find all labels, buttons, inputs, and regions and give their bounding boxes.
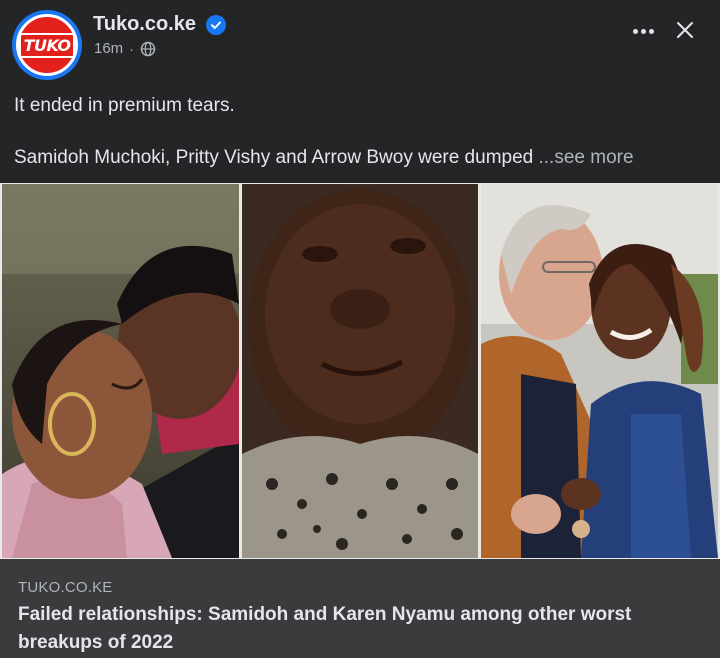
photo-couple-kissing[interactable] xyxy=(481,184,718,558)
post-timestamp[interactable]: 16m xyxy=(94,40,123,57)
page-avatar[interactable]: TUKO xyxy=(12,10,82,80)
photo-couple-embracing[interactable] xyxy=(2,184,239,558)
photo-woman-crying[interactable] xyxy=(242,184,478,558)
meta-separator: · xyxy=(129,40,134,57)
close-icon xyxy=(677,22,693,38)
see-more-link[interactable]: ...see more xyxy=(539,147,634,168)
tuko-logo-text: TUKO xyxy=(18,32,76,58)
more-dots-icon xyxy=(632,28,638,34)
globe-icon xyxy=(140,41,156,56)
post-text-line1: It ended in premium tears. xyxy=(14,95,235,116)
close-button[interactable] xyxy=(672,17,698,43)
page-name-link[interactable]: Tuko.co.ke xyxy=(93,13,196,36)
post-text-body: Samidoh Muchoki, Pritty Vishy and Arrow … xyxy=(14,147,539,168)
link-title[interactable]: Failed relationships: Samidoh and Karen … xyxy=(18,601,708,657)
more-options-button[interactable] xyxy=(628,18,658,44)
photo-grid[interactable] xyxy=(0,183,720,559)
post-meta: 16m · xyxy=(94,40,156,57)
post-text-line2: Samidoh Muchoki, Pritty Vishy and Arrow … xyxy=(14,146,634,170)
link-source: TUKO.CO.KE xyxy=(18,579,113,596)
verified-badge-icon xyxy=(206,15,226,35)
post-header: TUKO Tuko.co.ke 16m · xyxy=(0,0,720,84)
tuko-logo: TUKO xyxy=(16,14,78,76)
